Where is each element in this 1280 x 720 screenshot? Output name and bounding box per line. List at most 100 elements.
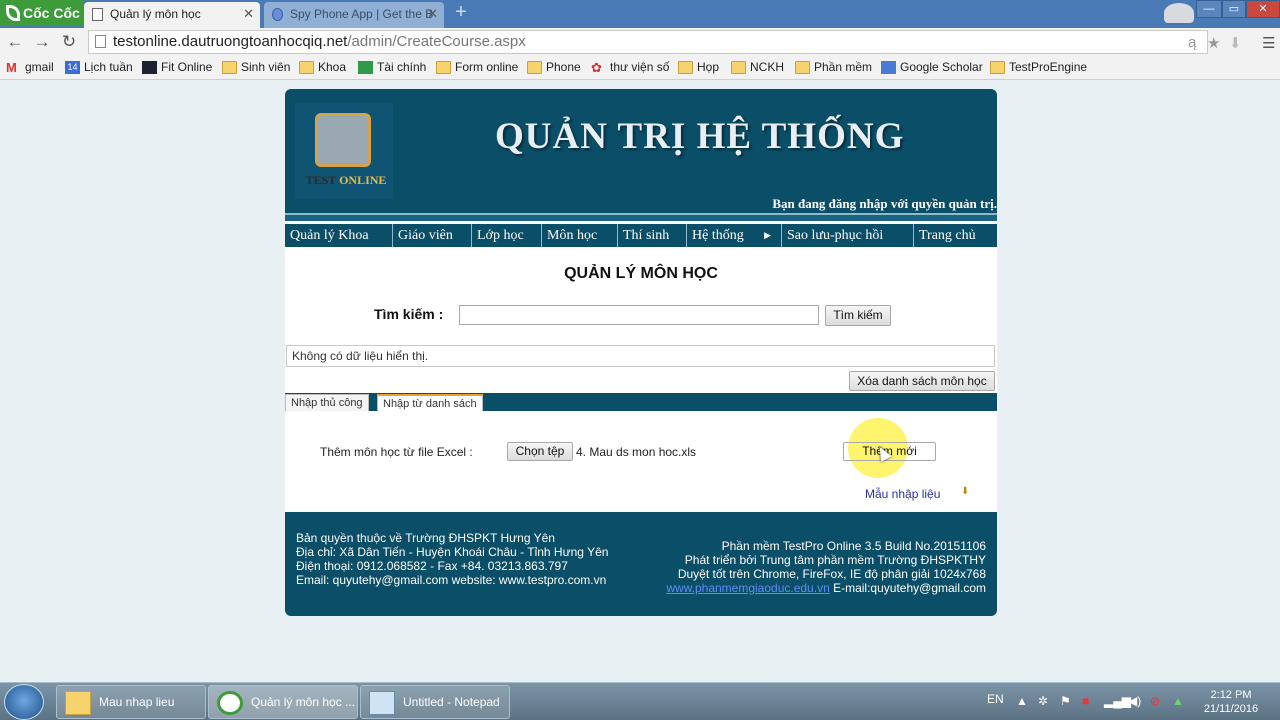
coccoc-icon xyxy=(217,691,243,715)
browser-brand: Cốc Cốc xyxy=(23,5,80,21)
sheet-icon xyxy=(358,61,373,74)
bookmark-phone[interactable]: Phone xyxy=(527,56,581,80)
login-status: Bạn đang đăng nhập với quyền quản trị. xyxy=(772,196,997,211)
bookmark-lich-tuan[interactable]: 14 Lịch tuần xyxy=(65,56,133,80)
folder-icon xyxy=(222,61,237,74)
forward-button[interactable]: → xyxy=(31,31,53,53)
address-bar[interactable]: testonline.dautruongtoanhocqiq.net/admin… xyxy=(88,30,1208,54)
tab-import-list[interactable]: Nhập từ danh sách xyxy=(377,394,483,411)
reload-button[interactable]: ↻ xyxy=(58,31,80,53)
security-icon[interactable]: ■ xyxy=(1082,694,1089,708)
page-container: TEST ONLINE QUẢN TRỊ HỆ THỐNG Bạn đang đ… xyxy=(285,89,997,616)
clock-date: 21/11/2016 xyxy=(1203,703,1259,715)
bookmark-gmail[interactable]: Mgmail xyxy=(6,56,54,80)
menu-mon-hoc[interactable]: Môn học xyxy=(542,224,618,247)
bookmark-hop[interactable]: Họp xyxy=(678,56,719,80)
excel-label: Thêm môn học từ file Excel : xyxy=(320,445,473,459)
volume-icon[interactable]: ◀) xyxy=(1128,694,1141,708)
maximize-button[interactable]: ▭ xyxy=(1222,0,1246,18)
choose-file-button[interactable]: Chọn tệp xyxy=(507,442,573,461)
folder-icon xyxy=(795,61,810,74)
fit-icon xyxy=(142,61,157,74)
bookmark-thu-vien-so[interactable]: ✿ thư viện số xyxy=(591,56,669,80)
signal-icon[interactable]: ▂▄▆ xyxy=(1104,694,1131,708)
bookmark-khoa[interactable]: Khoa xyxy=(299,56,346,80)
minimize-button[interactable]: — xyxy=(1196,0,1222,18)
footer-browser-note: Duyệt tốt trên Chrome, FireFox, IE độ ph… xyxy=(677,567,986,581)
start-button[interactable] xyxy=(4,684,44,720)
tab-spy-phone[interactable]: Spy Phone App | Get the B ✕ xyxy=(264,2,444,28)
header-title: QUẢN TRỊ HỆ THỐNG xyxy=(495,116,905,157)
flag-icon[interactable]: ⚑ xyxy=(1060,694,1071,708)
menu-giao-vien[interactable]: Giáo viên xyxy=(393,224,472,247)
close-window-button[interactable]: ✕ xyxy=(1246,0,1280,18)
star-icon[interactable]: ★ xyxy=(1207,34,1220,52)
gmail-icon: M xyxy=(6,60,17,75)
menu-trang-chu[interactable]: Trang chủ xyxy=(914,224,997,247)
bookmark-phan-mem[interactable]: Phần mềm xyxy=(795,56,872,80)
download-arrow-icon[interactable]: ⬇ xyxy=(961,486,969,497)
template-link[interactable]: Mẫu nhập liệu xyxy=(865,487,940,501)
menu-quan-ly-khoa[interactable]: Quản lý Khoa xyxy=(285,224,393,247)
site-logo[interactable]: TEST ONLINE xyxy=(295,103,393,199)
clock-time: 2:12 PM xyxy=(1210,689,1252,701)
globe-icon xyxy=(272,8,283,21)
download-icon[interactable]: ⬇ xyxy=(1229,34,1242,52)
folder-icon xyxy=(678,61,693,74)
folder-icon xyxy=(65,691,91,715)
bookmark-google-scholar[interactable]: Google Scholar xyxy=(881,56,983,80)
close-icon[interactable]: ✕ xyxy=(243,2,254,26)
folder-icon xyxy=(436,61,451,74)
tab-manual-entry[interactable]: Nhập thủ công xyxy=(285,394,369,411)
bookmark-sinh-vien[interactable]: Sinh viên xyxy=(222,56,290,80)
back-button[interactable]: ← xyxy=(4,31,26,53)
folder-icon xyxy=(731,61,746,74)
search-button[interactable]: Tìm kiếm xyxy=(825,305,891,326)
site-footer: Bản quyền thuộc về Trường ĐHSPKT Hưng Yê… xyxy=(285,512,997,616)
bookmark-nckh[interactable]: NCKH xyxy=(731,56,784,80)
menu-he-thong[interactable]: Hệ thống xyxy=(687,224,782,247)
search-input[interactable] xyxy=(459,305,819,325)
network-gear-icon[interactable]: ✲ xyxy=(1038,694,1048,708)
bookmark-testproengine[interactable]: TestProEngine xyxy=(990,56,1087,80)
bookmark-form-online[interactable]: Form online xyxy=(436,56,518,80)
new-tab-button[interactable]: + xyxy=(450,2,472,24)
drive-icon[interactable]: ▲ xyxy=(1172,694,1184,708)
menu-sao-luu[interactable]: Sao lưu-phục hồi xyxy=(782,224,914,247)
selected-file-name: 4. Mau ds mon hoc.xls xyxy=(576,445,697,459)
footer-website-link[interactable]: www.phanmemgiaoduc.edu.vn xyxy=(666,581,829,595)
clock[interactable]: 2:12 PM 21/11/2016 xyxy=(1196,688,1266,716)
bookmark-tai-chinh[interactable]: Tài chính xyxy=(358,56,426,80)
folder-icon xyxy=(299,61,314,74)
calendar-icon: 14 xyxy=(65,61,80,74)
library-icon: ✿ xyxy=(591,60,602,75)
taskbar-item-browser[interactable]: Quản lý môn học ... xyxy=(208,685,358,719)
clear-courses-button[interactable]: Xóa danh sách môn học xyxy=(849,371,995,391)
bookmarks-bar: Mgmail 14 Lịch tuần Fit Online Sinh viên … xyxy=(0,56,1280,80)
translate-icon[interactable]: ą xyxy=(1188,34,1196,51)
bookmark-fit-online[interactable]: Fit Online xyxy=(142,56,212,80)
incognito-icon xyxy=(1164,3,1194,23)
language-indicator[interactable]: EN xyxy=(987,692,1004,706)
page-icon xyxy=(95,35,106,48)
logo-text-test: TEST xyxy=(305,173,337,187)
close-icon[interactable]: ✕ xyxy=(427,2,438,26)
footer-phone: Điện thoại: 0912.068582 - Fax +84. 03213… xyxy=(296,559,568,573)
cube-logo-icon xyxy=(315,113,371,167)
notepad-icon xyxy=(369,691,395,715)
menu-thi-sinh[interactable]: Thí sinh xyxy=(618,224,687,247)
search-label: Tìm kiếm : xyxy=(374,306,444,322)
url-host: testonline.dautruongtoanhocqiq.net xyxy=(113,33,348,50)
footer-software: Phần mềm TestPro Online 3.5 Build No.201… xyxy=(721,539,986,553)
menu-icon[interactable]: ☰ xyxy=(1262,34,1275,52)
browser-logo[interactable]: Cốc Cốc xyxy=(0,0,84,26)
show-hidden-icons[interactable]: ▲ xyxy=(1016,694,1028,708)
taskbar-item-notepad[interactable]: Untitled - Notepad xyxy=(360,685,510,719)
menu-lop-hoc[interactable]: Lớp học xyxy=(472,224,542,247)
folder-icon xyxy=(527,61,542,74)
logo-text-online: ONLINE xyxy=(339,173,387,187)
taskbar-item-explorer[interactable]: Mau nhap lieu xyxy=(56,685,206,719)
antivirus-icon[interactable]: ⊘ xyxy=(1150,694,1160,708)
url-path: /admin/CreateCourse.aspx xyxy=(347,33,526,50)
tab-course-management[interactable]: Quản lý môn học ✕ xyxy=(84,2,260,28)
